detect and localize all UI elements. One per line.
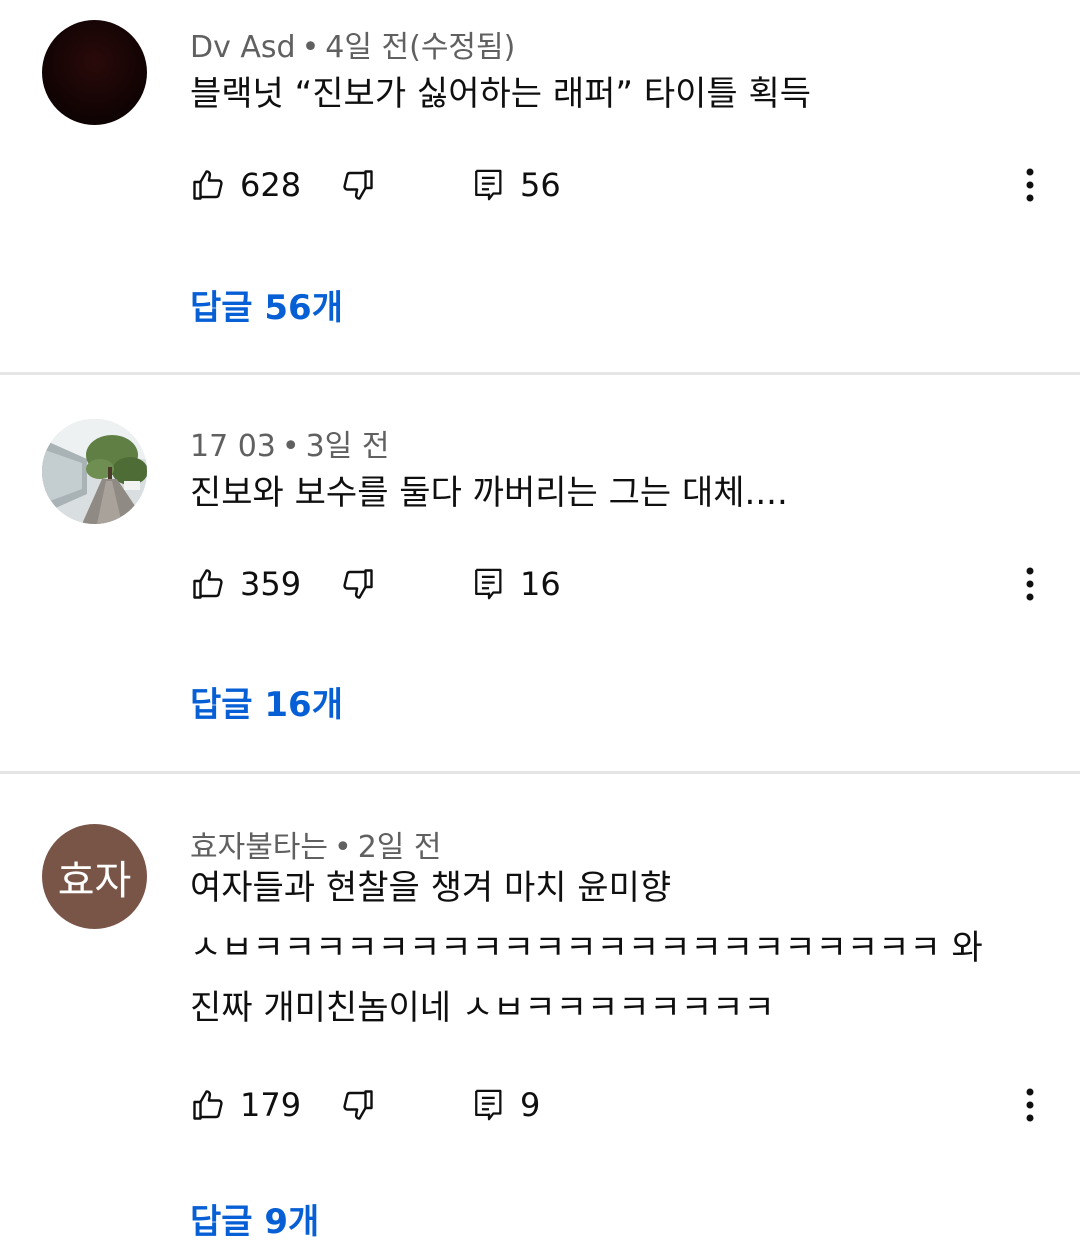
- avatar[interactable]: [42, 20, 147, 125]
- thumbs-up-icon: [190, 167, 226, 203]
- comment-icon: [472, 1087, 506, 1123]
- reply-button[interactable]: 16: [472, 559, 561, 609]
- more-vert-icon: [1025, 566, 1035, 602]
- dislike-button[interactable]: [340, 559, 376, 609]
- comment-text-line: 여자들과 현찰을 챙겨 마치 윤미향: [190, 868, 672, 908]
- reply-button[interactable]: 56: [472, 160, 561, 210]
- comment-time: 3일 전: [305, 429, 390, 464]
- comment-thread: 17 03 • 3일 전 진보와 보수를 둘다 까버리는 그는 대체.... 359: [0, 375, 1080, 771]
- dislike-button[interactable]: [340, 1080, 376, 1130]
- view-replies-link[interactable]: 답글 56개: [190, 280, 343, 329]
- comment-text-line: 블랙넛 “진보가 싫어하는 래퍼” 타이틀 획득: [190, 74, 812, 114]
- like-button[interactable]: 359: [190, 559, 301, 609]
- comment-text: 여자들과 현찰을 챙겨 마치 윤미향 ㅅㅂㅋㅋㅋㅋㅋㅋㅋㅋㅋㅋㅋㅋㅋㅋㅋㅋㅋㅋㅋ…: [190, 858, 1000, 1038]
- thumbs-down-icon: [340, 1087, 376, 1123]
- avatar[interactable]: [42, 419, 147, 524]
- street-photo-icon: [42, 419, 147, 524]
- comment-text-line: 진짜 개미친놈이네 ㅅㅂㅋㅋㅋㅋㅋㅋㅋㅋ: [190, 988, 775, 1028]
- comment-meta: Dv Asd • 4일 전(수정됨): [190, 22, 515, 66]
- thumbs-up-icon: [190, 1087, 226, 1123]
- comment-icon: [472, 167, 506, 203]
- thumbs-down-icon: [340, 167, 376, 203]
- author-name[interactable]: Dv Asd: [190, 30, 296, 65]
- reply-count: 9: [520, 1086, 541, 1124]
- view-replies-link[interactable]: 답글 9개: [190, 1194, 319, 1243]
- more-options-button[interactable]: [1010, 160, 1050, 210]
- thumbs-down-icon: [340, 566, 376, 602]
- meta-separator: •: [301, 30, 320, 65]
- comment-thread: Dv Asd • 4일 전(수정됨) 블랙넛 “진보가 싫어하는 래퍼” 타이틀 획…: [0, 0, 1080, 372]
- comment-text: 블랙넛 “진보가 싫어하는 래퍼” 타이틀 획득: [190, 64, 1000, 124]
- like-count: 359: [240, 565, 302, 603]
- comment-actions: 179 9: [190, 1080, 1050, 1130]
- dislike-button[interactable]: [340, 160, 376, 210]
- comment-text: 진보와 보수를 둘다 까버리는 그는 대체....: [190, 463, 1000, 523]
- comment-thread: 효자 효자불타는 • 2일 전 여자들과 현찰을 챙겨 마치 윤미향 ㅅㅂㅋㅋㅋㅋㅋ…: [0, 774, 1080, 1248]
- comment-actions: 359 16: [190, 559, 1050, 609]
- avatar-initials: 효자: [57, 857, 132, 904]
- like-button[interactable]: 628: [190, 160, 301, 210]
- comment-meta: 17 03 • 3일 전: [190, 421, 389, 465]
- view-replies-link[interactable]: 답글 16개: [190, 677, 343, 726]
- comment-actions: 628 56: [190, 160, 1050, 210]
- comment-text-line: 진보와 보수를 둘다 까버리는 그는 대체....: [190, 473, 788, 513]
- more-options-button[interactable]: [1010, 1080, 1050, 1130]
- meta-separator: •: [281, 429, 300, 464]
- avatar[interactable]: 효자: [42, 824, 147, 929]
- reply-button[interactable]: 9: [472, 1080, 540, 1130]
- author-name[interactable]: 17 03: [190, 429, 276, 464]
- comment-time: 4일 전(수정됨): [325, 30, 516, 65]
- comment-icon: [472, 566, 506, 602]
- like-count: 179: [240, 1086, 302, 1124]
- like-count: 628: [240, 166, 302, 204]
- comment-text-line: ㅅㅂㅋㅋㅋㅋㅋㅋㅋㅋㅋㅋㅋㅋㅋㅋㅋㅋㅋㅋㅋㅋㅋㅋ 와: [190, 928, 983, 968]
- more-vert-icon: [1025, 167, 1035, 203]
- thumbs-up-icon: [190, 566, 226, 602]
- reply-count: 16: [520, 565, 561, 603]
- more-vert-icon: [1025, 1087, 1035, 1123]
- more-options-button[interactable]: [1010, 559, 1050, 609]
- like-button[interactable]: 179: [190, 1080, 301, 1130]
- reply-count: 56: [520, 166, 561, 204]
